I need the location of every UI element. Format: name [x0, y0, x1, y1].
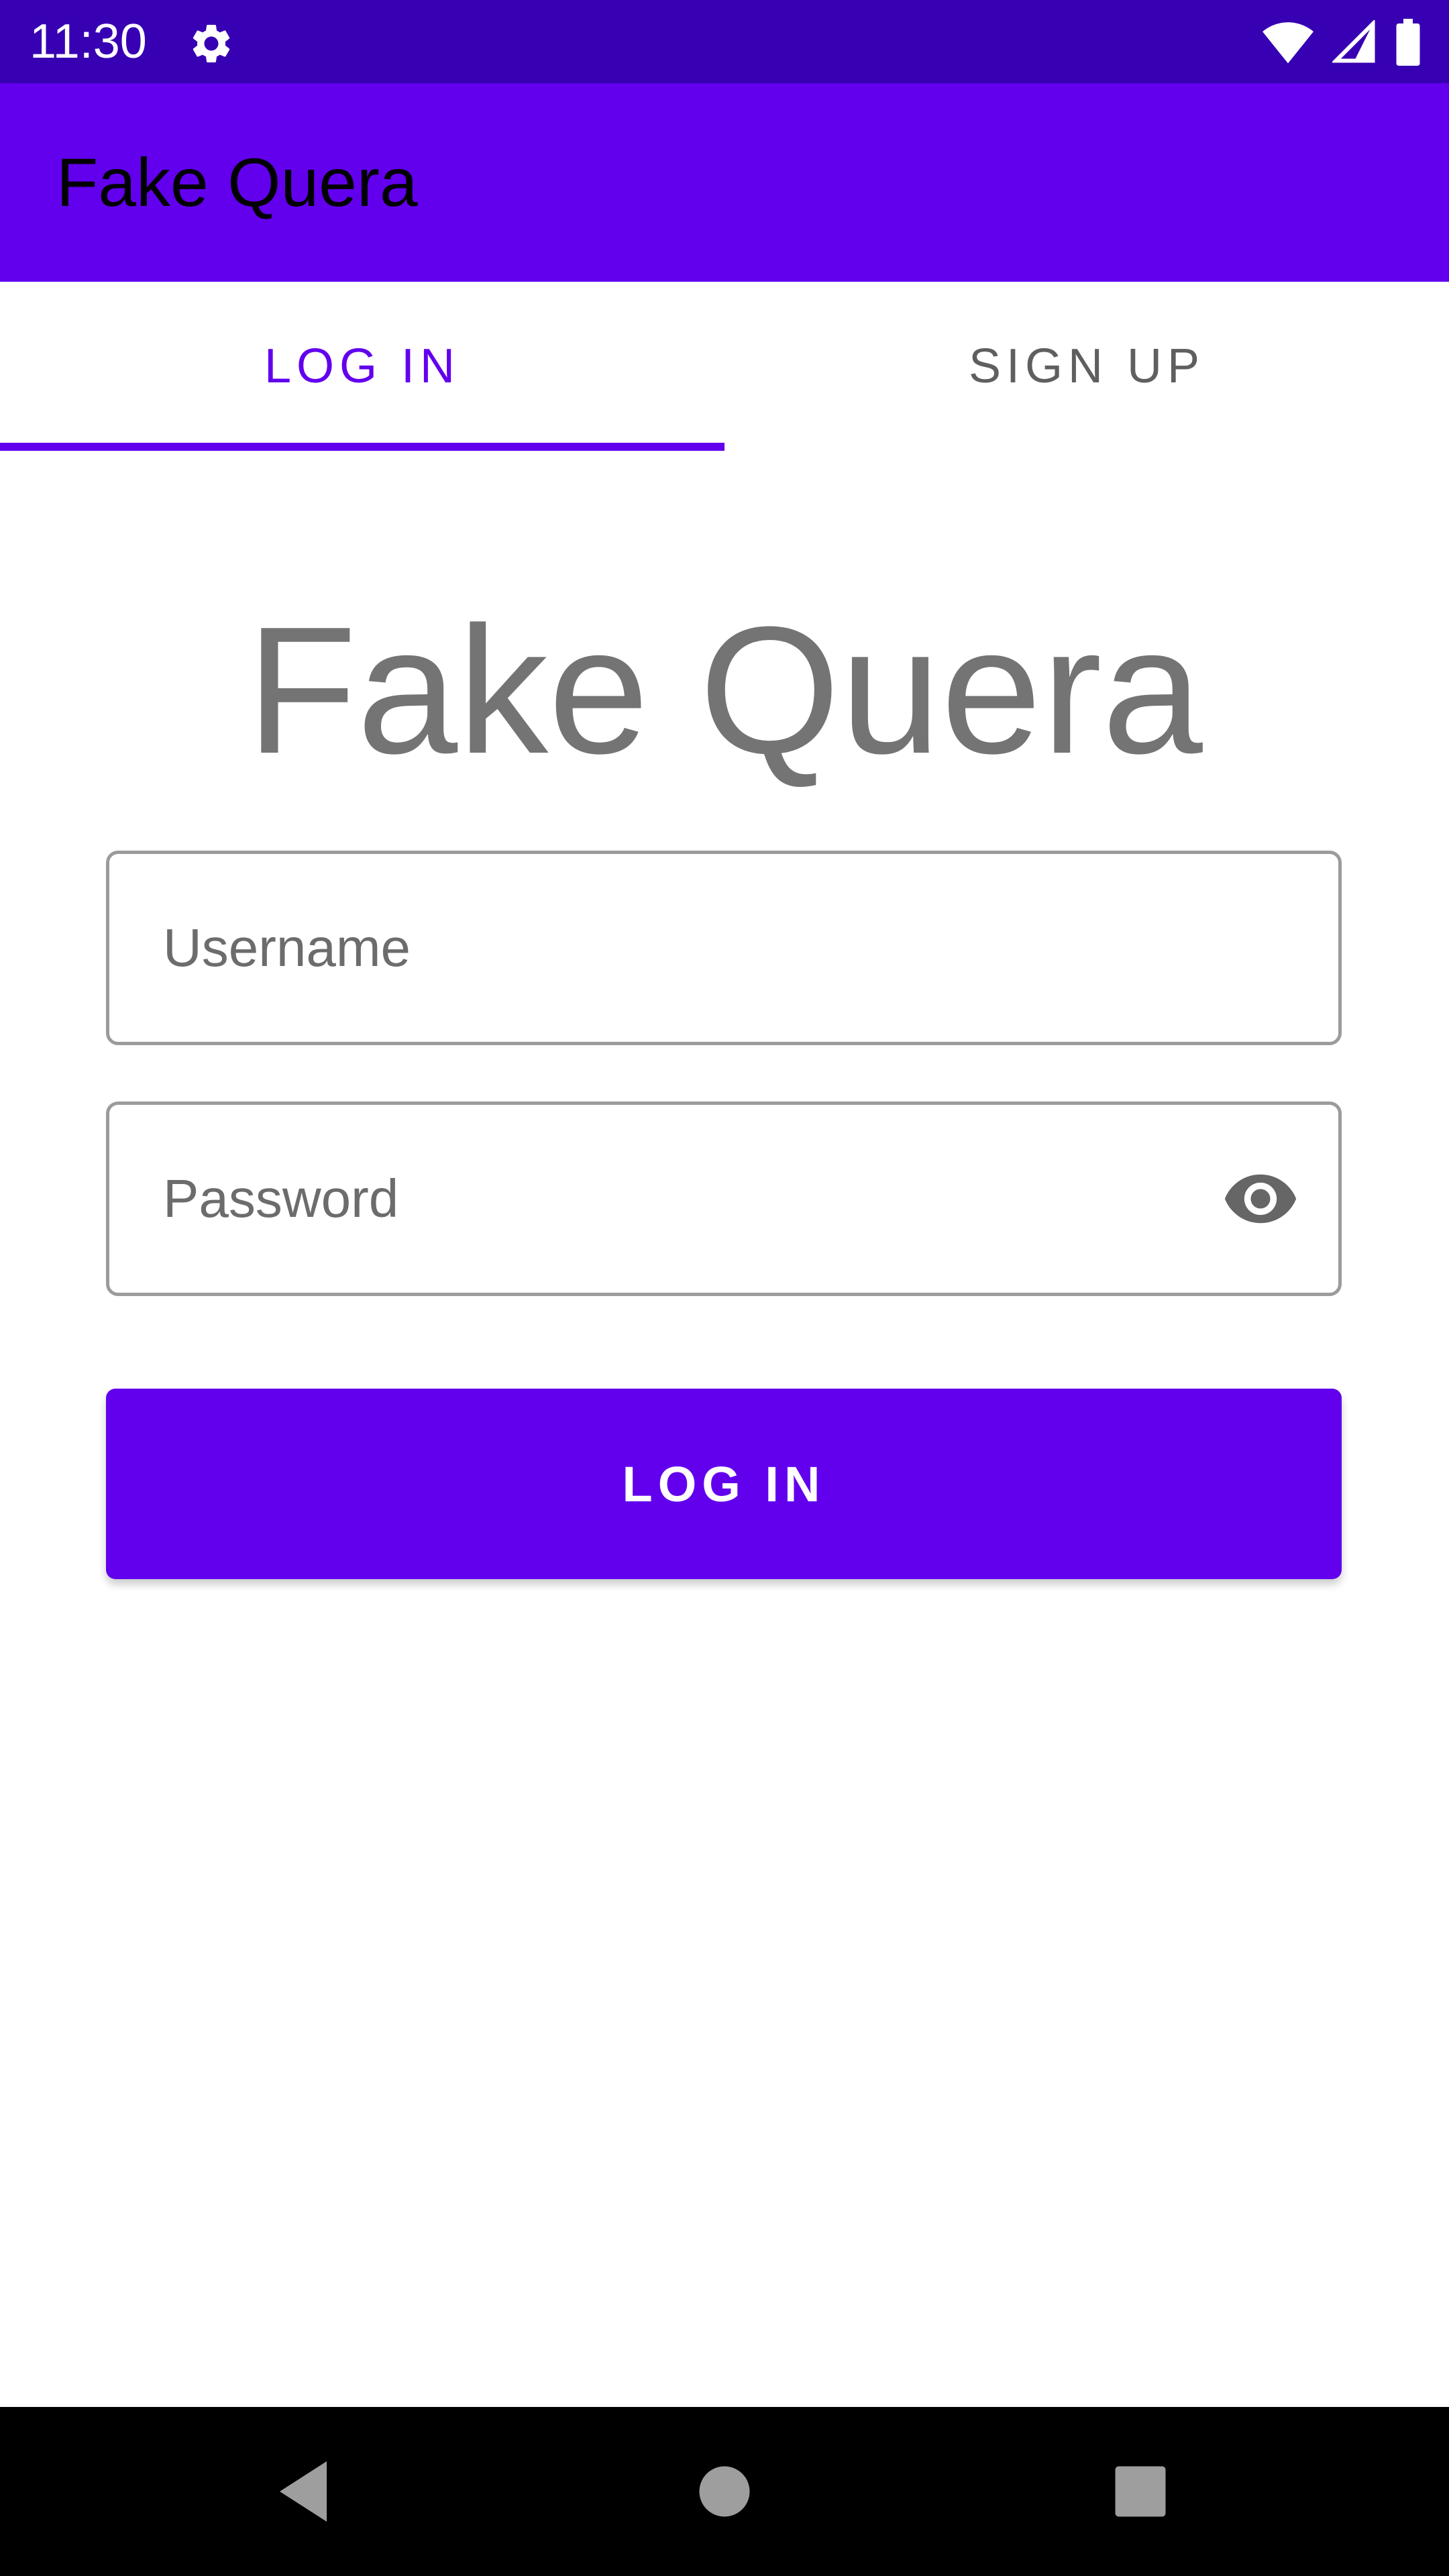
- tab-sign-up[interactable]: SIGN UP: [724, 282, 1449, 451]
- password-field[interactable]: [106, 1102, 1342, 1296]
- tab-indicator: [0, 443, 724, 451]
- back-icon[interactable]: [263, 2451, 343, 2532]
- page-title: Fake Quera: [246, 590, 1203, 792]
- tab-log-in[interactable]: LOG IN: [0, 282, 724, 451]
- password-input[interactable]: [163, 1105, 1169, 1293]
- recents-icon[interactable]: [1100, 2451, 1181, 2532]
- signal-icon: [1332, 20, 1375, 63]
- status-bar: 11:30: [0, 0, 1449, 83]
- status-time: 11:30: [30, 15, 147, 68]
- status-icons: [1261, 17, 1422, 67]
- gear-icon: [193, 24, 230, 62]
- battery-icon: [1396, 19, 1420, 66]
- app-bar: Fake Quera: [0, 83, 1449, 282]
- username-field[interactable]: [106, 851, 1342, 1045]
- app-bar-title: Fake Quera: [56, 144, 418, 221]
- login-screen: 11:30 Fake Quera LOG IN SIGN UP Fake Que…: [0, 0, 1449, 2576]
- navigation-bar: [0, 2407, 1449, 2576]
- eye-icon[interactable]: [1222, 1160, 1299, 1238]
- username-input[interactable]: [163, 854, 1169, 1042]
- home-icon[interactable]: [684, 2451, 765, 2532]
- wifi-icon: [1263, 22, 1313, 64]
- log-in-button[interactable]: LOG IN: [106, 1389, 1342, 1579]
- tab-bar: LOG IN SIGN UP: [0, 282, 1449, 451]
